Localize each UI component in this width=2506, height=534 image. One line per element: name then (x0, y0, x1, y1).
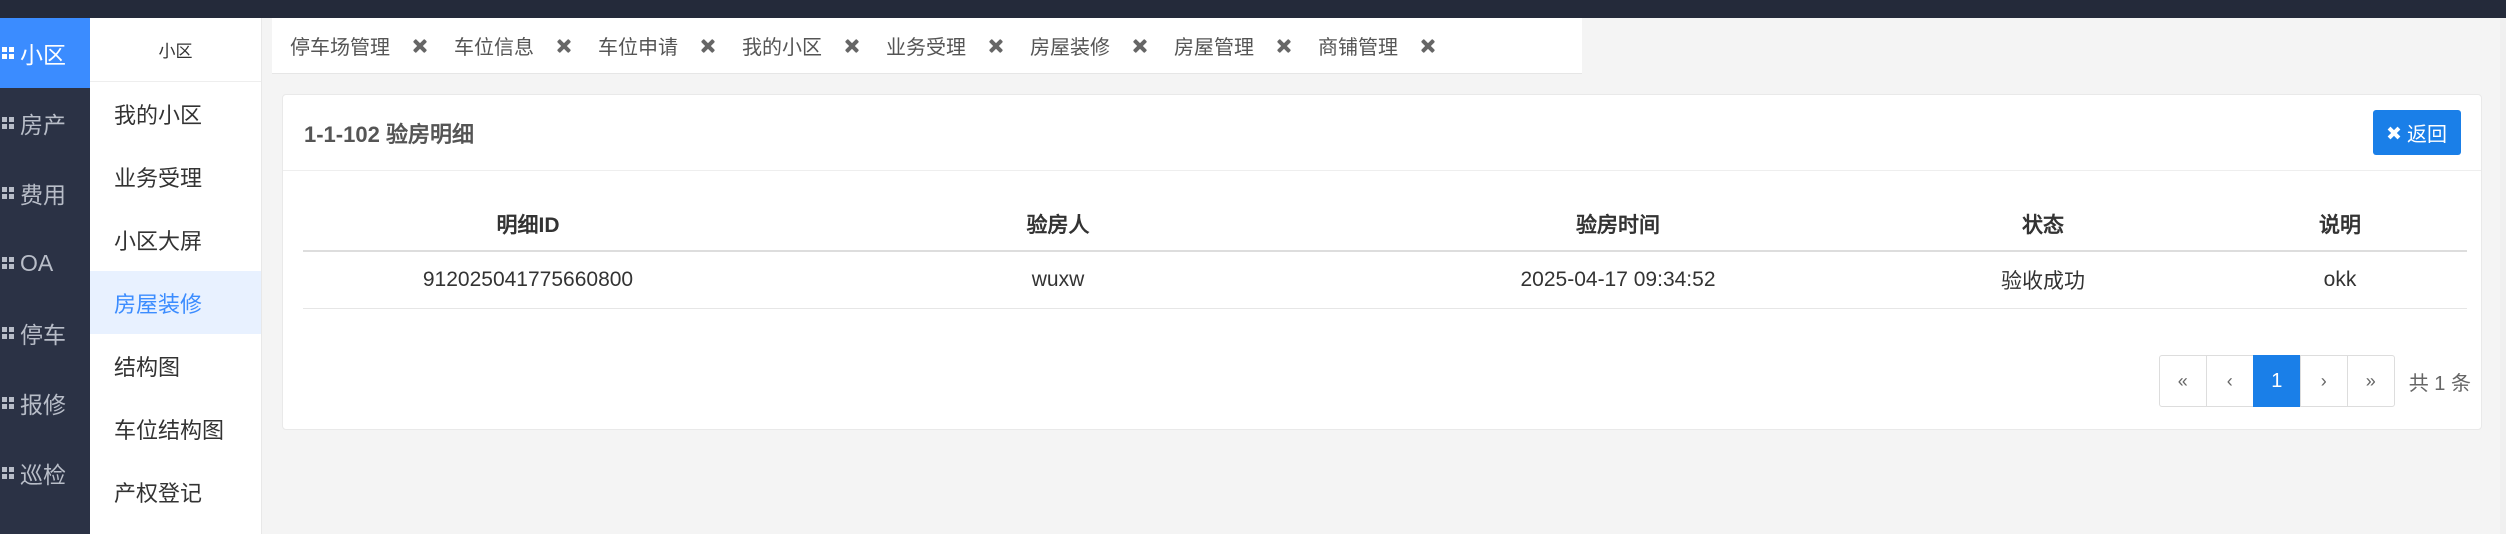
cell-inspection-time: 2025-04-17 09:34:52 (1363, 251, 1873, 309)
rail-item-label: 巡检 (20, 462, 66, 488)
cell-inspector: wuxw (753, 251, 1363, 309)
tab-bar: 停车场管理 车位信息 车位申请 我的小区 业务受理 房屋装修 房屋管理 商铺管理 (272, 18, 1582, 74)
rail-item-fees[interactable]: 费用 (0, 158, 90, 228)
first-page-button[interactable]: « (2158, 355, 2207, 407)
close-icon[interactable] (1276, 38, 1292, 54)
rail-item-label: 小区 (20, 42, 66, 68)
grid-icon (2, 187, 14, 199)
tab-label: 我的小区 (742, 37, 822, 59)
rail-item-inspection[interactable]: 巡检 (0, 438, 90, 508)
prev-page-button[interactable]: ‹ (2205, 355, 2254, 407)
grid-icon (2, 327, 14, 339)
page-title: 1-1-102 验房明细 (304, 121, 474, 147)
tab-shop-management[interactable]: 商铺管理 (1300, 18, 1444, 74)
rail-item-parking[interactable]: 停车 (0, 298, 90, 368)
submenu-item-renovation[interactable]: 房屋装修 (90, 271, 261, 334)
close-icon[interactable] (988, 38, 1004, 54)
page-1-button[interactable]: 1 (2252, 355, 2301, 407)
close-icon[interactable] (700, 38, 716, 54)
next-page-button[interactable]: › (2299, 355, 2348, 407)
table-header-row: 明细ID 验房人 验房时间 状态 说明 (303, 197, 2467, 252)
close-icon[interactable] (1420, 38, 1436, 54)
rail-item-label: 报修 (20, 392, 66, 418)
submenu: 小区 我的小区 业务受理 小区大屏 房屋装修 结构图 车位结构图 产权登记 (90, 18, 262, 534)
tab-house-management[interactable]: 房屋管理 (1156, 18, 1300, 74)
column-header: 说明 (2213, 197, 2467, 252)
close-icon[interactable] (412, 38, 428, 54)
submenu-title: 小区 (90, 18, 261, 82)
rail-item-label: 停车 (20, 322, 66, 348)
pagination: « ‹ 1 › » 共 1 条 (2158, 355, 2471, 407)
cell-detail-id: 912025041775660800 (303, 251, 753, 309)
rail-item-oa[interactable]: OA (0, 228, 90, 298)
rail-item-label: OA (20, 249, 54, 276)
page-scrollbar[interactable] (2500, 18, 2506, 534)
close-icon (2387, 126, 2401, 140)
rail-item-label: 房产 (20, 112, 66, 138)
card-header: 1-1-102 验房明细 返回 (283, 95, 2481, 171)
back-button[interactable]: 返回 (2373, 110, 2461, 155)
submenu-item-structure[interactable]: 结构图 (90, 334, 261, 397)
close-icon[interactable] (844, 38, 860, 54)
rail-item-community[interactable]: 小区 (0, 18, 90, 88)
tab-label: 房屋管理 (1174, 37, 1254, 59)
grid-icon (2, 257, 14, 269)
tab-business[interactable]: 业务受理 (868, 18, 1012, 74)
tab-label: 业务受理 (886, 37, 966, 59)
column-header: 验房时间 (1363, 197, 1873, 252)
rail-item-repair[interactable]: 报修 (0, 368, 90, 438)
tab-my-community[interactable]: 我的小区 (724, 18, 868, 74)
column-header: 验房人 (753, 197, 1363, 252)
rail-item-label: 费用 (20, 182, 66, 208)
grid-icon (2, 117, 14, 129)
close-icon[interactable] (1132, 38, 1148, 54)
pagination-total: 共 1 条 (2408, 372, 2471, 395)
tab-label: 车位申请 (598, 37, 678, 59)
table-row: 912025041775660800 wuxw 2025-04-17 09:34… (303, 251, 2467, 309)
top-bar (0, 0, 2506, 18)
tab-parking-info[interactable]: 车位信息 (436, 18, 580, 74)
tab-label: 车位信息 (454, 37, 534, 59)
tab-label: 商铺管理 (1318, 37, 1398, 59)
submenu-item-big-screen[interactable]: 小区大屏 (90, 208, 261, 271)
cell-remark: okk (2213, 251, 2467, 309)
inspection-table: 明细ID 验房人 验房时间 状态 说明 912025041775660800 w… (303, 197, 2467, 309)
submenu-item-business[interactable]: 业务受理 (90, 145, 261, 208)
grid-icon (2, 397, 14, 409)
cell-status: 验收成功 (1873, 251, 2213, 309)
tab-label: 停车场管理 (290, 37, 390, 59)
tab-parking-lot[interactable]: 停车场管理 (272, 18, 436, 74)
tab-label: 房屋装修 (1030, 37, 1110, 59)
main-nav-rail: 小区 房产 费用 OA 停车 报修 巡检 (0, 18, 90, 534)
last-page-button[interactable]: » (2346, 355, 2395, 407)
close-icon[interactable] (556, 38, 572, 54)
column-header: 明细ID (303, 197, 753, 252)
back-button-label: 返回 (2407, 124, 2447, 146)
rail-item-property[interactable]: 房产 (0, 88, 90, 158)
grid-icon (2, 47, 14, 59)
submenu-item-parking-structure[interactable]: 车位结构图 (90, 397, 261, 460)
inspection-detail-card: 1-1-102 验房明细 返回 明细ID 验房人 验房时间 状态 说明 9120… (282, 94, 2482, 430)
grid-icon (2, 467, 14, 479)
submenu-item-property-rights[interactable]: 产权登记 (90, 460, 261, 523)
tab-renovation[interactable]: 房屋装修 (1012, 18, 1156, 74)
submenu-item-my-community[interactable]: 我的小区 (90, 82, 261, 145)
tab-parking-apply[interactable]: 车位申请 (580, 18, 724, 74)
column-header: 状态 (1873, 197, 2213, 252)
